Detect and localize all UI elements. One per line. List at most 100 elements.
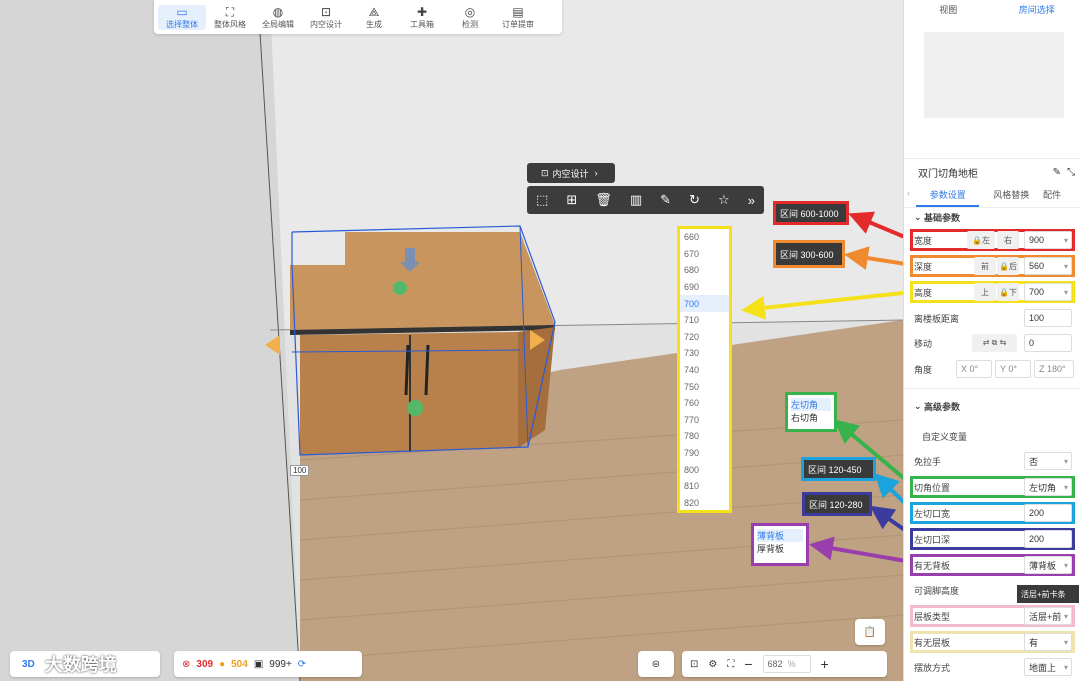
list-item[interactable]: 670 — [680, 246, 729, 263]
list-item-selected[interactable]: 700 — [680, 295, 729, 312]
height-top-toggle[interactable]: 上 — [974, 283, 996, 301]
star-icon[interactable]: ☆ — [718, 192, 730, 208]
depth-input[interactable]: 560 — [1024, 257, 1072, 275]
zoom-controls: ⊡ ⚙ ⛶ − 682 % + — [682, 651, 887, 677]
trash-icon[interactable]: 🗑 — [595, 192, 612, 208]
param-tabs: ‹ 参数设置 风格替换 配件 — [904, 188, 1080, 208]
list-item[interactable]: 680 — [680, 262, 729, 279]
list-icon: ▣ — [253, 658, 264, 670]
zoom-in-button[interactable]: + — [821, 656, 829, 672]
view-mode-pill[interactable]: 3D 大数跨境 — [10, 651, 160, 677]
angle-z-input[interactable]: Z 180° — [1034, 360, 1074, 378]
top-toolbar: ▭ 选择整体 ⛶ 整体风格 ◍ 全局编辑 ⊡ 内空设计 ⟁ 生成 ✚ 工具箱 ◎ 检测 ▤ 订单… — [154, 0, 562, 34]
interior-design-icon: ⊡ — [320, 5, 332, 19]
breadcrumb-interior[interactable]: ⊡ 内空设计 › — [527, 163, 615, 183]
edit-icon[interactable]: ✎ — [1053, 167, 1061, 178]
select-icon: ▭ — [176, 5, 188, 19]
list-item[interactable]: 800 — [680, 461, 729, 478]
section-basic[interactable]: ⌄ 基础参数 — [914, 207, 1074, 227]
order-icon: ▤ — [512, 5, 524, 19]
sync-icon[interactable]: ⟳ — [298, 659, 306, 670]
zoom-out-button[interactable]: − — [744, 656, 752, 672]
page-title: 双门切角地柜 — [918, 169, 978, 180]
custom-vars-row[interactable]: 自定义变量 — [914, 426, 1074, 446]
generate-icon: ⟁ — [368, 5, 380, 19]
tab-params[interactable]: 参数设置 — [916, 188, 980, 207]
list-item[interactable]: 720 — [680, 329, 729, 346]
angle-x-input[interactable]: X 0° — [956, 360, 992, 378]
chevron-down-icon: ⌄ — [914, 400, 925, 411]
clipboard-button[interactable]: 📋 — [855, 619, 885, 645]
layer-type-select[interactable]: 活层+前 — [1024, 607, 1072, 625]
status-pill[interactable]: ⊗ 309 ● 504 ▣ 999+ ⟳ — [174, 651, 362, 677]
list-item[interactable]: 760 — [680, 395, 729, 412]
detect-icon: ◎ — [464, 5, 476, 19]
list-item[interactable]: 810 — [680, 478, 729, 495]
toolbar-order[interactable]: ▤ 订单提审 — [494, 5, 542, 30]
placement-select[interactable]: 地面上 — [1024, 658, 1072, 676]
floor-gap-input[interactable]: 100 — [1024, 309, 1072, 327]
panel-header: 双门切角地柜 ✎ ⤡ — [904, 158, 1080, 186]
section-advanced[interactable]: ⌄ 高级参数 — [914, 396, 1074, 416]
cut-width-input[interactable]: 200 — [1024, 504, 1072, 522]
tab-style-replace[interactable]: 风格替换 — [979, 188, 1042, 207]
dimension-label: 100 — [290, 465, 310, 476]
width-input[interactable]: 900 — [1024, 231, 1072, 249]
toolbar-interior[interactable]: ⊡ 内空设计 — [302, 5, 350, 30]
backboard-select[interactable]: 薄背板 — [1024, 556, 1072, 574]
warning-icon: ● — [219, 658, 226, 670]
toolbar-style[interactable]: ⛶ 整体风格 — [206, 5, 254, 30]
list-item[interactable]: 660 — [680, 229, 729, 246]
camera-icon[interactable]: ⊡ — [690, 659, 698, 670]
cut-depth-input[interactable]: 200 — [1024, 530, 1072, 548]
list-item[interactable]: 710 — [680, 312, 729, 329]
toolbar-global-edit[interactable]: ◍ 全局编辑 — [254, 5, 302, 30]
height-input[interactable]: 700 — [1024, 283, 1072, 301]
puzzle-icon: ✚ — [416, 5, 428, 19]
zoom-input[interactable]: 682 % — [762, 655, 811, 673]
depth-front-toggle[interactable]: 前 — [974, 257, 996, 275]
toolbar-generate[interactable]: ⟁ 生成 — [350, 5, 398, 30]
room-thumbnail[interactable] — [924, 32, 1064, 118]
fit-icon[interactable]: ⛶ — [727, 659, 734, 670]
list-item[interactable]: 750 — [680, 378, 729, 395]
list-item[interactable]: 770 — [680, 412, 729, 429]
tab-accessories[interactable]: 配件 — [1043, 188, 1080, 207]
collapse-icon[interactable]: ⤡ — [1067, 167, 1075, 178]
toggle-button[interactable]: ⊜ — [638, 651, 674, 677]
height-options-list: 660 670 680 690 700 710 720 730 740 750 … — [677, 226, 732, 513]
globe-edit-icon: ◍ — [272, 5, 284, 19]
rotate-icon[interactable]: ↻ — [689, 192, 700, 208]
depth-back-toggle[interactable]: 🔒 后 — [997, 257, 1019, 275]
properties-panel: 视图 房间选择 双门切角地柜 ✎ ⤡ ‹ 参数设置 风格替换 配件 ⌄ 基础参数… — [903, 0, 1080, 681]
tab-view[interactable]: 视图 — [904, 0, 993, 18]
height-bottom-toggle[interactable]: 🔒 下 — [997, 283, 1019, 301]
tab-room-select[interactable]: 房间选择 — [993, 0, 1080, 18]
camera-settings-icon[interactable]: ⚙ — [708, 659, 717, 670]
toolbar-select-all[interactable]: ▭ 选择整体 — [158, 5, 206, 30]
clipboard-icon: 📋 — [863, 626, 877, 638]
list-item[interactable]: 820 — [680, 495, 729, 512]
list-item[interactable]: 790 — [680, 445, 729, 462]
brush-icon[interactable]: ✎ — [660, 192, 671, 208]
layer-has-select[interactable]: 有 — [1024, 633, 1072, 651]
list-item[interactable]: 780 — [680, 428, 729, 445]
chevron-left-icon[interactable]: ‹ — [904, 188, 916, 207]
move-input[interactable]: 0 — [1024, 334, 1072, 352]
add-icon[interactable]: ⊞ — [566, 192, 577, 208]
select-box-icon[interactable]: ⬚ — [536, 192, 548, 208]
split-icon[interactable]: ▥ — [630, 192, 642, 208]
list-item[interactable]: 730 — [680, 345, 729, 362]
toolbar-detect[interactable]: ◎ 检测 — [446, 5, 494, 30]
move-direction-icons[interactable]: ⇄ ⧉ ⇆ — [972, 334, 1017, 352]
list-item[interactable]: 690 — [680, 279, 729, 296]
no-handle-select[interactable]: 否 — [1024, 452, 1072, 470]
list-item[interactable]: 740 — [680, 362, 729, 379]
angle-y-input[interactable]: Y 0° — [995, 360, 1031, 378]
cut-pos-select[interactable]: 左切角 — [1024, 478, 1072, 496]
width-right-toggle[interactable]: 右 — [997, 231, 1019, 249]
toolbar-toolbox[interactable]: ✚ 工具箱 — [398, 5, 446, 30]
annotation-arrows — [741, 211, 914, 564]
watermark: 大数跨境 — [44, 655, 117, 675]
width-left-toggle[interactable]: 🔒 左 — [967, 231, 995, 249]
